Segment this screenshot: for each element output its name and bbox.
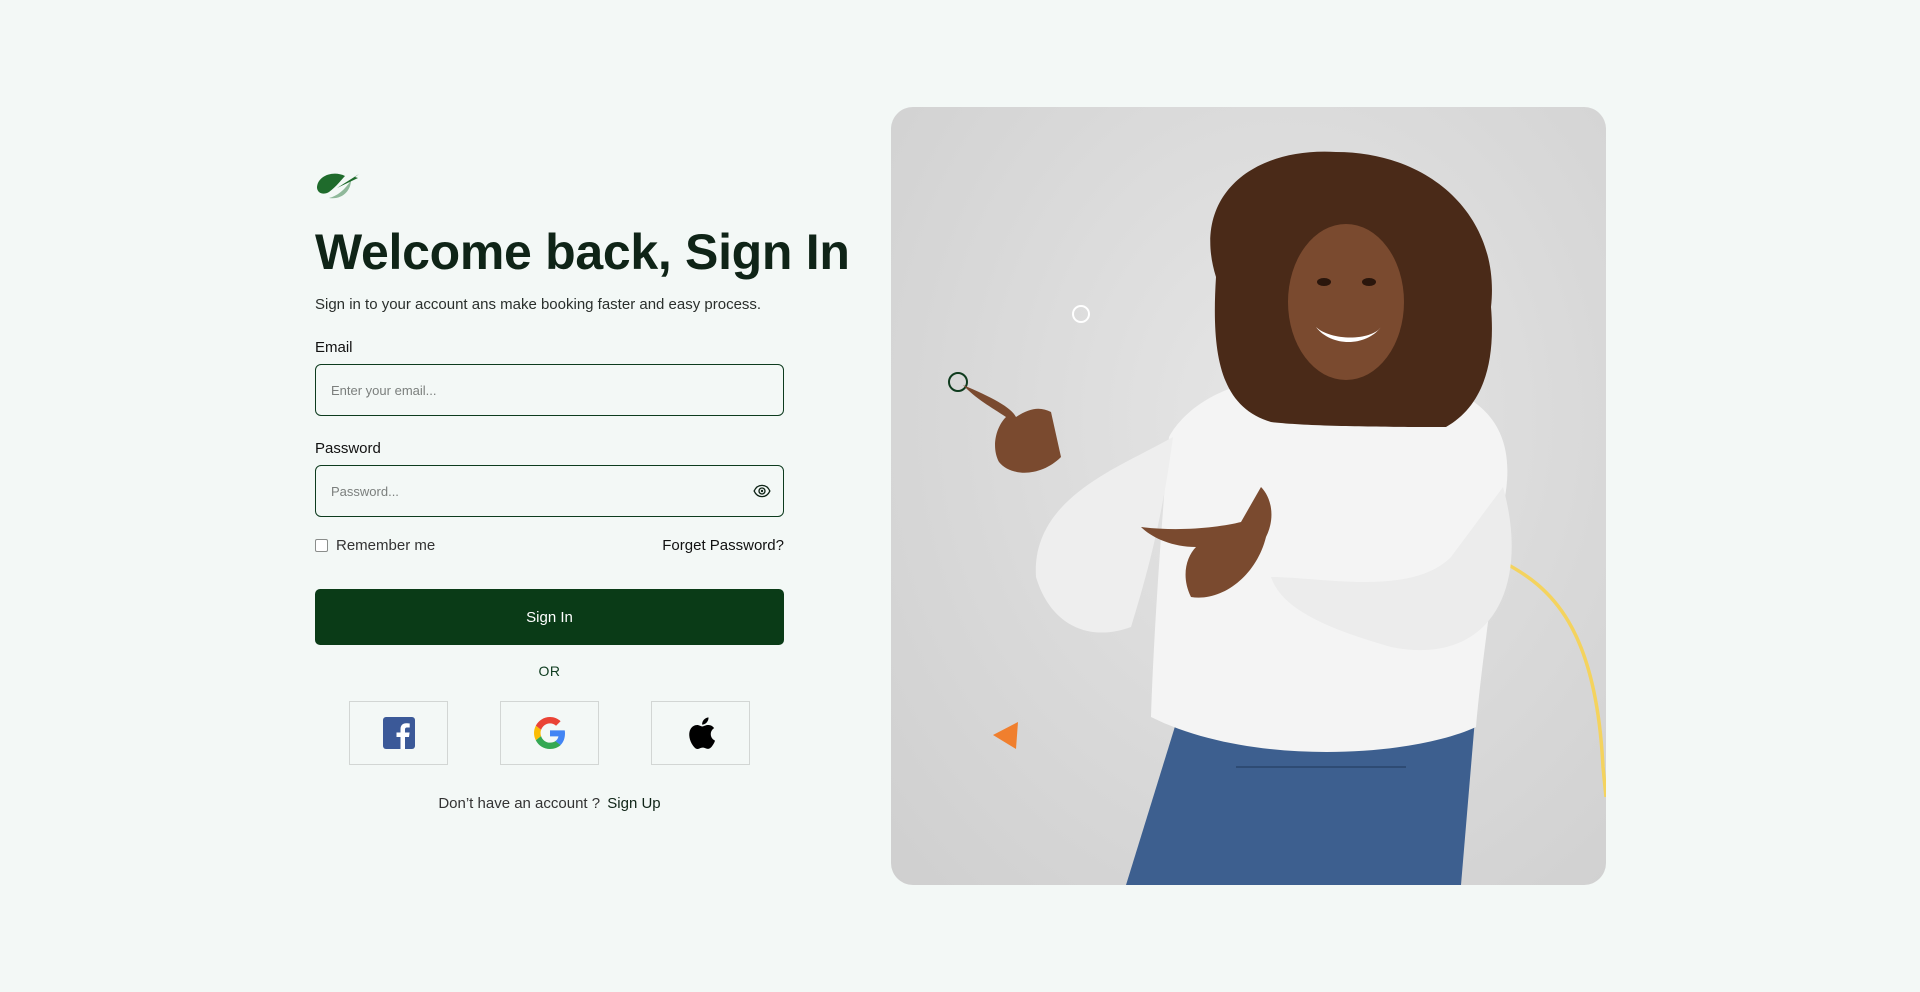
- password-field[interactable]: [316, 466, 783, 516]
- leaf-logo-icon: [317, 173, 359, 199]
- google-icon: [533, 717, 565, 749]
- facebook-icon: [382, 717, 415, 749]
- forgot-password-link[interactable]: Forget Password?: [662, 537, 784, 554]
- remember-me[interactable]: Remember me: [315, 537, 435, 554]
- google-login-button[interactable]: [500, 701, 599, 765]
- sign-in-panel: Welcome back, Sign In Sign in to your ac…: [315, 168, 850, 812]
- remember-me-label: Remember me: [336, 537, 436, 554]
- email-field-wrapper: [315, 364, 784, 416]
- decorative-circle-green: [948, 372, 968, 392]
- apple-icon: [688, 717, 715, 750]
- face-shape: [1288, 224, 1404, 380]
- page-title: Welcome back, Sign In: [315, 224, 850, 280]
- eye-icon[interactable]: [753, 482, 771, 500]
- email-field[interactable]: [316, 365, 783, 415]
- page-subtitle: Sign in to your account ans make booking…: [315, 296, 762, 313]
- or-divider: OR: [538, 663, 561, 679]
- hero-image-panel: [891, 107, 1606, 885]
- options-row: Remember me Forget Password?: [315, 537, 784, 554]
- left-hand-shape: [963, 385, 1061, 473]
- email-label: Email: [315, 339, 353, 356]
- smiling-woman-pointing-image: [948, 151, 1606, 885]
- password-field-wrapper: [315, 465, 784, 517]
- decorative-circle-white: [1072, 305, 1090, 323]
- sign-up-link[interactable]: Sign Up: [607, 795, 660, 812]
- signup-prompt: Don’t have an account ?: [438, 795, 601, 812]
- decorative-triangle: [993, 722, 1018, 749]
- apple-login-button[interactable]: [651, 701, 750, 765]
- remember-me-checkbox[interactable]: [315, 539, 328, 552]
- sign-in-button[interactable]: Sign In: [315, 589, 784, 645]
- social-login-row: [315, 701, 784, 765]
- decorative-curve: [1502, 560, 1606, 798]
- signup-row: Don’t have an account ? Sign Up: [315, 795, 784, 812]
- facebook-login-button[interactable]: [349, 701, 448, 765]
- password-label: Password: [315, 440, 381, 457]
